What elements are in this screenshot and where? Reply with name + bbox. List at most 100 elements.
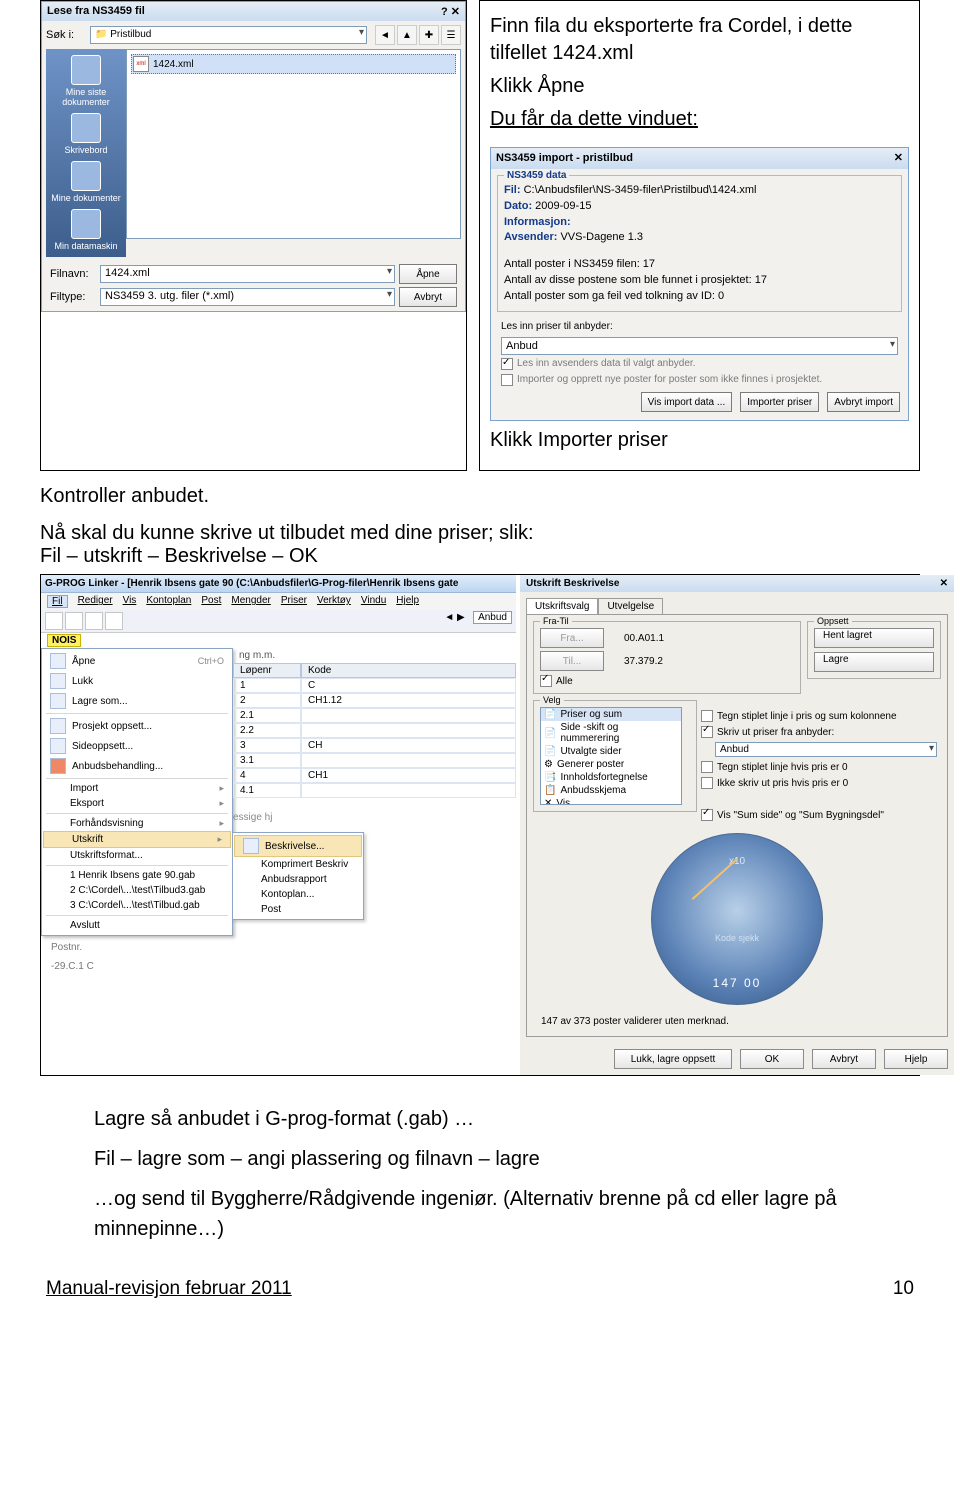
velg-item[interactable]: ⚙Generer poster [541, 758, 681, 771]
tb-icon[interactable] [85, 612, 103, 630]
cb-vis-sumside[interactable]: Vis "Sum side" og "Sum Bygningsdel" [701, 809, 937, 821]
til-button[interactable]: Til... [540, 651, 604, 671]
mi-import[interactable]: Import▸ [42, 781, 232, 796]
mi-eksport[interactable]: Eksport▸ [42, 796, 232, 811]
cb-alle[interactable]: Alle [540, 675, 794, 687]
close-file-icon [50, 673, 66, 689]
fil-menu-open: ÅpneCtrl+O Lukk Lagre som... Prosjekt op… [41, 648, 233, 936]
close-icon[interactable]: ✕ [940, 578, 948, 589]
ns-count-1: Antall poster i NS3459 filen: 17 [504, 257, 895, 272]
menu-priser[interactable]: Priser [281, 595, 307, 608]
velg-listbox[interactable]: 📄Priser og sum 📄Side -skift og nummereri… [540, 707, 682, 805]
menu-mengder[interactable]: Mengder [231, 595, 270, 608]
after-p1: Lagre så anbudet i G-prog-format (.gab) … [94, 1104, 920, 1134]
avbryt-button[interactable]: Avbryt [812, 1049, 876, 1069]
validation-gauge: x10 Kode sjekk 147 00 [651, 833, 823, 1005]
place-desktop[interactable]: Skrivebord [48, 113, 124, 155]
avbryt-import-button[interactable]: Avbryt import [827, 392, 900, 412]
mi-avslutt[interactable]: Avslutt [42, 918, 232, 933]
menu-kontoplan[interactable]: Kontoplan [146, 595, 191, 608]
tb-icon[interactable] [45, 612, 63, 630]
bottomright-text: essige hj [233, 812, 516, 823]
menu-vindu[interactable]: Vindu [361, 595, 386, 608]
mi-recent3[interactable]: 3 C:\Cordel\...\test\Tilbud.gab [42, 898, 232, 913]
file-item-1424[interactable]: xml 1424.xml [131, 54, 456, 74]
open-button[interactable]: Åpne [399, 264, 457, 284]
mi-utskrift[interactable]: Utskrift▸ Beskrivelse... Komprimert Besk… [43, 831, 231, 848]
fra-button[interactable]: Fra... [540, 628, 604, 648]
mi-forhandsvisning[interactable]: Forhåndsvisning▸ [42, 816, 232, 831]
lukk-lagre-oppsett-button[interactable]: Lukk, lagre oppsett [614, 1049, 732, 1069]
sok-i-label: Søk i: [46, 29, 86, 41]
up-icon[interactable]: ▲ [397, 25, 417, 45]
back-icon[interactable]: ◄ [375, 25, 395, 45]
instruction-text-block: Finn fila du eksporterte fra Cordel, i d… [479, 0, 920, 471]
menu-hjelp[interactable]: Hjelp [396, 595, 419, 608]
mi-lukk[interactable]: Lukk [42, 671, 232, 691]
menu-verktoy[interactable]: Verktøy [317, 595, 351, 608]
tab-utskriftsvalg[interactable]: Utskriftsvalg [526, 598, 598, 614]
new-folder-icon[interactable]: ✚ [419, 25, 439, 45]
gprog-menubar[interactable]: Fil Rediger Vis Kontoplan Post Mengder P… [41, 593, 516, 610]
folder-dropdown[interactable]: 📁 Pristilbud [90, 26, 367, 44]
filetype-dropdown[interactable]: NS3459 3. utg. filer (*.xml) [100, 288, 395, 306]
cb-les-inn-avsender[interactable]: Les inn avsenders data til valgt anbyder… [501, 357, 898, 371]
close-icon[interactable]: ✕ [894, 151, 903, 166]
velg-item[interactable]: 📑Innholdsfortegnelse [541, 771, 681, 784]
gprog-toolbar: ◄ ▶ Anbud [41, 610, 516, 633]
velg-item[interactable]: ✕Vis [541, 797, 681, 805]
file-list[interactable]: xml 1424.xml [126, 49, 461, 239]
views-icon[interactable]: ☰ [441, 25, 461, 45]
cb-importer-opprett[interactable]: Importer og opprett nye poster for poste… [501, 373, 898, 387]
vis-import-data-button[interactable]: Vis import data ... [641, 392, 733, 412]
velg-item[interactable]: 📋Anbudsskjema [541, 784, 681, 797]
footer-page-number: 10 [893, 1278, 914, 1300]
kontroller-anbudet: Kontroller anbudet. [40, 485, 920, 508]
menu-rediger[interactable]: Rediger [78, 595, 113, 608]
mi-prosjektoppsett[interactable]: Prosjekt oppsett... [42, 716, 232, 736]
mi-utskriftsformat[interactable]: Utskriftsformat... [42, 848, 232, 863]
mi-anbudsbehandling[interactable]: Anbudsbehandling... [42, 756, 232, 776]
velg-item[interactable]: 📄Priser og sum [541, 708, 681, 721]
cb-stiplet-0[interactable]: Tegn stiplet linje hvis pris er 0 [701, 761, 937, 773]
ns-data-group-label: NS3459 data [504, 169, 569, 183]
after-p2: Fil – lagre som – angi plassering og fil… [94, 1144, 920, 1174]
velg-item[interactable]: 📄Utvalgte sider [541, 745, 681, 758]
anbyder-dropdown-ub[interactable]: Anbud [715, 742, 937, 757]
tb-icon[interactable] [65, 612, 83, 630]
anbyder-dropdown[interactable]: Anbud [501, 337, 898, 355]
til-value: 37.379.2 [624, 656, 663, 667]
anbud-field[interactable]: Anbud [473, 611, 512, 624]
cb-stiplet-pris-sum[interactable]: Tegn stiplet linje i pris og sum kolonne… [701, 710, 937, 722]
mi-apne[interactable]: ÅpneCtrl+O [42, 651, 232, 671]
place-documents[interactable]: Mine dokumenter [48, 161, 124, 203]
tb-icon[interactable] [105, 612, 123, 630]
ng-mm-label: ng m.m. [233, 648, 516, 663]
menu-fil[interactable]: Fil [47, 595, 68, 608]
cb-skriv-ut-priser[interactable]: Skriv ut priser fra anbyder: [701, 726, 937, 738]
cb-ikke-skriv-0[interactable]: Ikke skriv ut pris hvis pris er 0 [701, 777, 937, 789]
ns-count-2: Antall av disse postene som ble funnet i… [504, 273, 895, 288]
place-recent[interactable]: Mine siste dokumenter [48, 55, 124, 107]
ok-button[interactable]: OK [740, 1049, 804, 1069]
intro-line2: Klikk Åpne [490, 73, 909, 100]
importer-priser-button[interactable]: Importer priser [740, 392, 819, 412]
help-close-icons: ? ✕ [441, 5, 460, 18]
menu-post[interactable]: Post [201, 595, 221, 608]
ns3459-import-dialog: NS3459 import - pristilbud✕ NS3459 data … [490, 147, 909, 421]
velg-item[interactable]: 📄Side -skift og nummerering [541, 721, 681, 745]
cancel-button[interactable]: Avbryt [399, 287, 457, 307]
menu-vis[interactable]: Vis [123, 595, 137, 608]
intro-line1: Finn fila du eksporterte fra Cordel, i d… [490, 13, 909, 67]
mi-recent2[interactable]: 2 C:\Cordel\...\test\Tilbud3.gab [42, 883, 232, 898]
saveas-icon [50, 693, 66, 709]
tab-utvelgelse[interactable]: Utvelgelse [598, 598, 663, 614]
filename-input[interactable]: 1424.xml [100, 265, 395, 283]
place-computer[interactable]: Min datamaskin [48, 209, 124, 251]
mi-lagre-som[interactable]: Lagre som... [42, 691, 232, 711]
hjelp-button[interactable]: Hjelp [884, 1049, 948, 1069]
mi-sideoppsett[interactable]: Sideoppsett... [42, 736, 232, 756]
mi-recent1[interactable]: 1 Henrik Ibsens gate 90.gab [42, 868, 232, 883]
lagre-button[interactable]: Lagre [814, 652, 934, 672]
hent-lagret-button[interactable]: Hent lagret [814, 628, 934, 648]
